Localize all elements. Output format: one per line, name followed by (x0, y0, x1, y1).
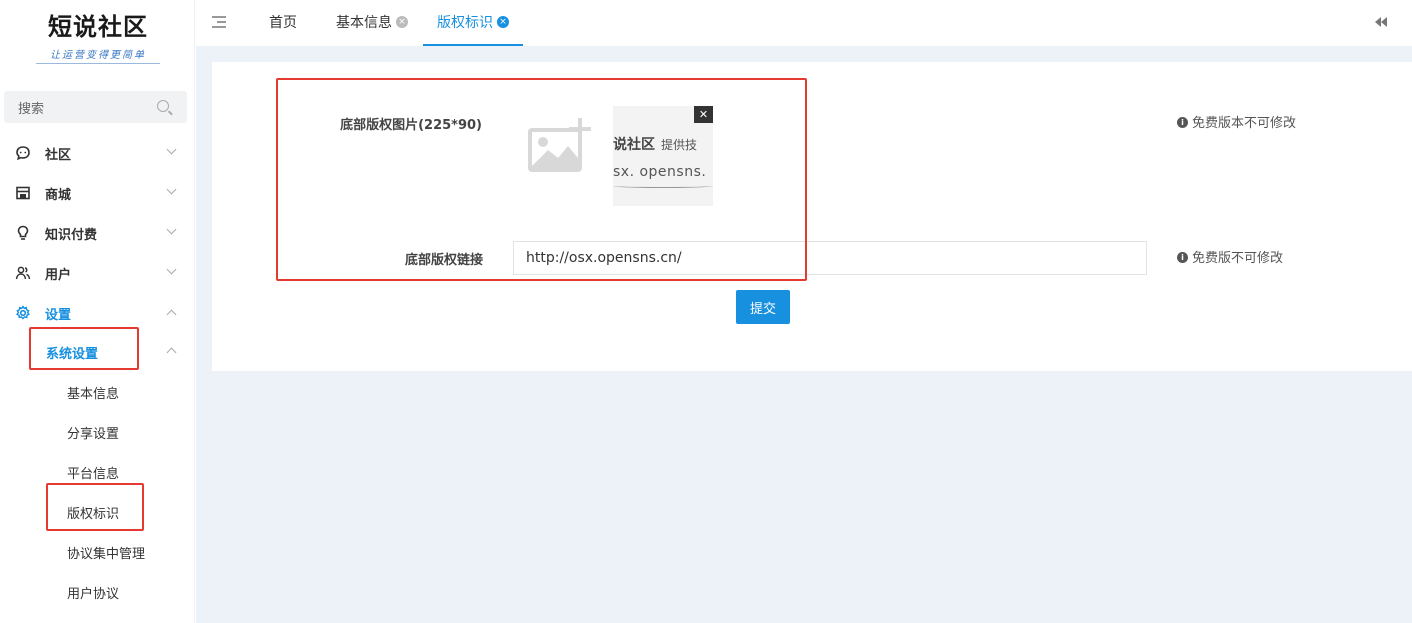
image-hint: i 免费版本不可修改 (1177, 112, 1296, 131)
gear-icon (16, 305, 30, 320)
tab-label: 首页 (269, 15, 297, 31)
users-icon (15, 266, 31, 280)
lightbulb-icon (17, 225, 29, 240)
logo[interactable]: 短说社区 让运营变得更简单 (36, 12, 160, 70)
double-arrow-left-icon[interactable] (1375, 17, 1387, 27)
tab-copyright[interactable]: 版权标识 × (423, 0, 523, 46)
sidebar-leaf-platform-info[interactable]: 平台信息 (0, 453, 195, 491)
sidebar-item-knowledge[interactable]: 知识付费 (0, 215, 195, 253)
close-tab-icon[interactable]: × (497, 16, 509, 28)
sidebar-item-users[interactable]: 用户 (0, 255, 195, 293)
chevron-down-icon (166, 264, 177, 275)
preview-text: 说社区 (613, 137, 655, 153)
tab-label: 版权标识 (437, 15, 493, 31)
sidebar: 短说社区 让运营变得更简单 搜索 社区 商城 知识付费 用户 设置 系统设置 基… (0, 0, 195, 623)
link-hint-text: 免费版不可修改 (1192, 251, 1284, 266)
sidebar-item-mall[interactable]: 商城 (0, 175, 195, 213)
submit-button[interactable]: 提交 (736, 290, 790, 324)
store-icon (16, 186, 30, 200)
sidebar-subitem-system-settings[interactable]: 系统设置 (0, 333, 195, 371)
sidebar-item-label: 设置 (45, 308, 72, 323)
sidebar-leaf-label: 基本信息 (67, 387, 120, 402)
sidebar-item-community[interactable]: 社区 (0, 135, 195, 173)
copyright-link-input[interactable] (513, 241, 1147, 275)
chevron-down-icon (166, 184, 177, 195)
sidebar-leaf-agreements[interactable]: 协议集中管理 (0, 533, 195, 571)
chevron-down-icon (166, 144, 177, 155)
tab-home[interactable]: 首页 (269, 0, 297, 46)
sidebar-item-label: 知识付费 (45, 228, 98, 243)
sidebar-leaf-copyright[interactable]: 版权标识 (0, 493, 195, 531)
search-input[interactable]: 搜索 (4, 91, 187, 123)
tab-label: 基本信息 (336, 15, 392, 31)
search-icon (157, 100, 169, 112)
info-icon: i (1177, 117, 1188, 128)
preview-underline (613, 184, 713, 188)
image-hint-text: 免费版本不可修改 (1192, 116, 1297, 131)
remove-image-button[interactable]: ✕ (694, 106, 713, 123)
sidebar-leaf-basic-info[interactable]: 基本信息 (0, 373, 195, 411)
sidebar-subitem-label: 系统设置 (46, 347, 99, 362)
sidebar-leaf-label: 分享设置 (67, 427, 120, 442)
form-card (212, 62, 1412, 371)
image-field-label: 底部版权图片(225*90) (340, 118, 482, 133)
info-icon: i (1177, 252, 1188, 263)
menu-fold-icon[interactable] (212, 16, 226, 28)
sidebar-leaf-label: 版权标识 (67, 507, 120, 522)
close-tab-icon[interactable]: × (396, 16, 408, 28)
image-upload-icon[interactable] (528, 118, 592, 172)
logo-subtitle: 让运营变得更简单 (36, 46, 160, 64)
sidebar-leaf-label: 平台信息 (67, 467, 120, 482)
chevron-up-icon (166, 309, 177, 320)
preview-text: sx. opensns. (613, 164, 707, 180)
sidebar-leaf-label: 用户协议 (67, 587, 120, 602)
tab-bar: 首页 基本信息 × 版权标识 × (196, 0, 1412, 46)
sidebar-item-label: 商城 (45, 188, 72, 203)
chevron-down-icon (166, 224, 177, 235)
chevron-up-icon (166, 347, 177, 358)
sidebar-leaf-label: 协议集中管理 (67, 547, 146, 562)
chat-icon (16, 146, 30, 161)
link-hint: i 免费版不可修改 (1177, 247, 1283, 266)
logo-title: 短说社区 (48, 12, 148, 41)
sidebar-item-settings[interactable]: 设置 (0, 295, 195, 333)
sidebar-leaf-user-agreement[interactable]: 用户协议 (0, 573, 195, 611)
tab-basic-info[interactable]: 基本信息 × (336, 0, 408, 46)
sidebar-item-label: 用户 (45, 268, 72, 283)
link-field-label: 底部版权链接 (404, 253, 483, 268)
sidebar-leaf-share-settings[interactable]: 分享设置 (0, 413, 195, 451)
search-placeholder: 搜索 (18, 102, 45, 117)
preview-text: 提供技 (661, 138, 698, 152)
sidebar-item-label: 社区 (45, 148, 72, 163)
